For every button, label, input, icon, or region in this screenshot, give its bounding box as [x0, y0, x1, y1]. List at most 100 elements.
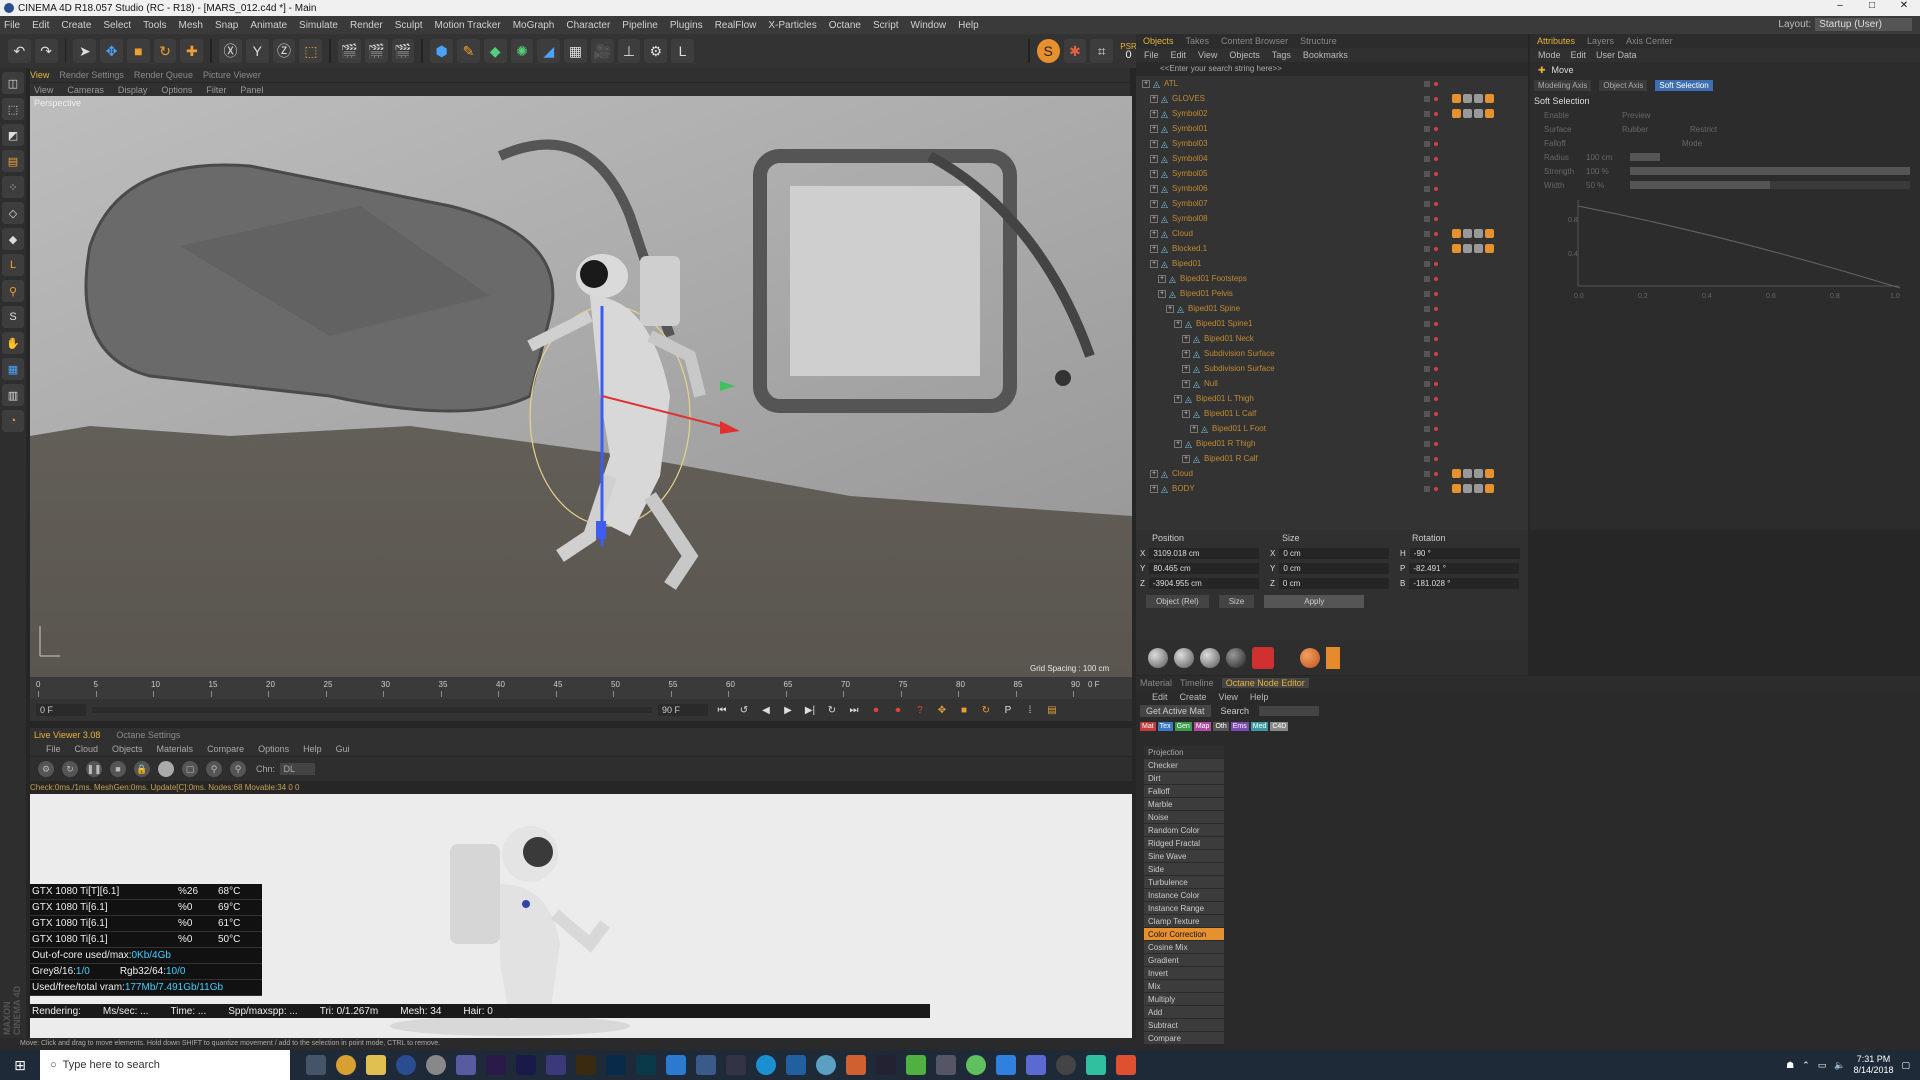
render-visibility-dot[interactable]	[1434, 471, 1438, 476]
coordinate-field[interactable]: -181.028 °	[1409, 578, 1520, 589]
om-menu-bookmarks[interactable]: Bookmarks	[1303, 50, 1348, 60]
om-menu-objects[interactable]: Objects	[1229, 50, 1260, 60]
pick-focus-icon[interactable]: ⚲	[206, 761, 222, 777]
texture-mode-icon[interactable]: ◩	[2, 124, 24, 146]
material-swatch[interactable]	[1148, 647, 1168, 668]
menu-realflow[interactable]: RealFlow	[715, 20, 757, 31]
menu-help[interactable]: Help	[958, 20, 979, 31]
tab-content-browser[interactable]: Content Browser	[1218, 36, 1291, 46]
current-frame-field[interactable]: 0 F	[36, 704, 86, 716]
object-tree-row[interactable]: + ◬ Biped01 Footsteps	[1136, 271, 1528, 286]
node-list-item[interactable]: Clamp Texture	[1144, 915, 1224, 928]
expand-toggle-icon[interactable]: +	[1182, 364, 1190, 373]
render-visibility-dot[interactable]	[1434, 306, 1438, 311]
enable-axis-icon[interactable]: L	[2, 254, 24, 276]
visibility-toggle[interactable]	[1424, 410, 1430, 417]
expand-toggle-icon[interactable]: +	[1150, 94, 1158, 103]
object-tree-row[interactable]: + ◬ Cloud	[1136, 226, 1528, 241]
render-visibility-dot[interactable]	[1434, 441, 1438, 446]
app-icon[interactable]	[876, 1055, 896, 1075]
key-scale-icon[interactable]: ■	[956, 702, 972, 718]
camera-icon[interactable]: 🎥	[590, 39, 614, 63]
render-visibility-dot[interactable]	[1434, 261, 1438, 266]
windows-start-icon[interactable]: ⊞	[0, 1050, 40, 1080]
app-icon[interactable]	[786, 1055, 806, 1075]
visibility-toggle[interactable]	[1424, 215, 1430, 222]
render-visibility-dot[interactable]	[1434, 96, 1438, 101]
task-view-icon[interactable]	[306, 1055, 326, 1075]
visibility-toggle[interactable]	[1424, 185, 1430, 192]
key-parameter-icon[interactable]: P	[1000, 702, 1016, 718]
lv-menu-gui[interactable]: Gui	[336, 744, 350, 754]
expand-toggle-icon[interactable]: +	[1182, 349, 1190, 358]
object-tree-row[interactable]: + ◬ BODY	[1136, 481, 1528, 496]
redo-icon[interactable]: ↷	[34, 39, 58, 63]
end-frame-field[interactable]: 90 F	[658, 704, 708, 716]
node-list-item[interactable]: Side	[1144, 863, 1224, 876]
attr-menu-edit[interactable]: Edit	[1571, 50, 1587, 60]
coordinate-field[interactable]: 3109.018 cm	[1149, 548, 1260, 559]
om-menu-view[interactable]: View	[1198, 50, 1217, 60]
render-visibility-dot[interactable]	[1434, 156, 1438, 161]
render-visibility-dot[interactable]	[1434, 396, 1438, 401]
network-icon[interactable]: ▭	[1818, 1060, 1827, 1071]
visibility-toggle[interactable]	[1424, 365, 1430, 372]
node-category-tab[interactable]: Med	[1250, 722, 1269, 731]
expand-toggle-icon[interactable]: +	[1150, 169, 1158, 178]
prop-mode[interactable]: Mode	[1682, 139, 1702, 148]
object-name[interactable]: GLOVES	[1172, 94, 1205, 103]
object-tags[interactable]	[1452, 469, 1494, 478]
om-menu-file[interactable]: File	[1144, 50, 1159, 60]
object-name[interactable]: Biped01 Pelvis	[1180, 289, 1233, 298]
object-name[interactable]: Biped01 Footsteps	[1180, 274, 1247, 283]
object-name[interactable]: Symbol03	[1172, 139, 1208, 148]
skype-icon[interactable]	[756, 1055, 776, 1075]
tab-attributes[interactable]: Attributes	[1534, 36, 1578, 46]
render-visibility-dot[interactable]	[1434, 126, 1438, 131]
expand-toggle-icon[interactable]: +	[1150, 229, 1158, 238]
render-visibility-dot[interactable]	[1434, 486, 1438, 491]
node-category-tab[interactable]: Gen	[1174, 722, 1192, 731]
attr-menu-mode[interactable]: Mode	[1538, 50, 1561, 60]
object-name[interactable]: Biped01 L Calf	[1204, 409, 1256, 418]
material-swatch[interactable]	[1300, 647, 1320, 668]
app-icon[interactable]	[816, 1055, 836, 1075]
lock-icon[interactable]: 🔒	[134, 761, 150, 777]
node-list-item[interactable]: Random Color	[1144, 824, 1224, 837]
node-list-item[interactable]: Turbulence	[1144, 876, 1224, 889]
object-name[interactable]: Symbol02	[1172, 109, 1208, 118]
expand-toggle-icon[interactable]: +	[1150, 124, 1158, 133]
visibility-toggle[interactable]	[1424, 290, 1430, 297]
object-name[interactable]: Biped01 R Thigh	[1196, 439, 1255, 448]
menu-character[interactable]: Character	[566, 20, 610, 31]
prop-enable[interactable]: Enable	[1544, 111, 1614, 120]
lv-menu-options[interactable]: Options	[258, 744, 289, 754]
expand-toggle-icon[interactable]: +	[1150, 484, 1158, 493]
layout-dropdown[interactable]: Startup (User)	[1815, 18, 1912, 31]
menu-snap[interactable]: Snap	[215, 20, 238, 31]
expand-toggle-icon[interactable]: +	[1150, 154, 1158, 163]
coordinate-field[interactable]: 0 cm	[1279, 548, 1390, 559]
render-visibility-dot[interactable]	[1434, 201, 1438, 206]
object-name[interactable]: Symbol04	[1172, 154, 1208, 163]
x-axis-lock-icon[interactable]: Ⓧ	[219, 39, 242, 63]
region-icon[interactable]: ▢	[182, 761, 198, 777]
pick-material-icon[interactable]: ⚲	[230, 761, 246, 777]
menu-pipeline[interactable]: Pipeline	[622, 20, 658, 31]
visibility-toggle[interactable]	[1424, 140, 1430, 147]
render-visibility-dot[interactable]	[1434, 321, 1438, 326]
expand-toggle-icon[interactable]: +	[1182, 379, 1190, 388]
object-tags[interactable]	[1452, 94, 1494, 103]
record-icon[interactable]: ⏺	[868, 702, 884, 718]
render-visibility-dot[interactable]	[1434, 381, 1438, 386]
size-mode-dropdown[interactable]: Size	[1218, 595, 1255, 608]
y-axis-lock-icon[interactable]: Y	[245, 39, 269, 63]
autokey-icon[interactable]: ⏺	[890, 702, 906, 718]
octane-icon[interactable]	[426, 1055, 446, 1075]
object-search-input[interactable]: <<Enter your search string here>>	[1136, 62, 1528, 76]
object-tree-row[interactable]: + ◬ Subdivision Surface	[1136, 346, 1528, 361]
x-icon[interactable]	[726, 1055, 746, 1075]
node-list-item[interactable]: Projection	[1144, 746, 1224, 759]
tab-timeline[interactable]: Timeline	[1180, 678, 1214, 688]
tab-render-queue[interactable]: Render Queue	[134, 70, 193, 80]
